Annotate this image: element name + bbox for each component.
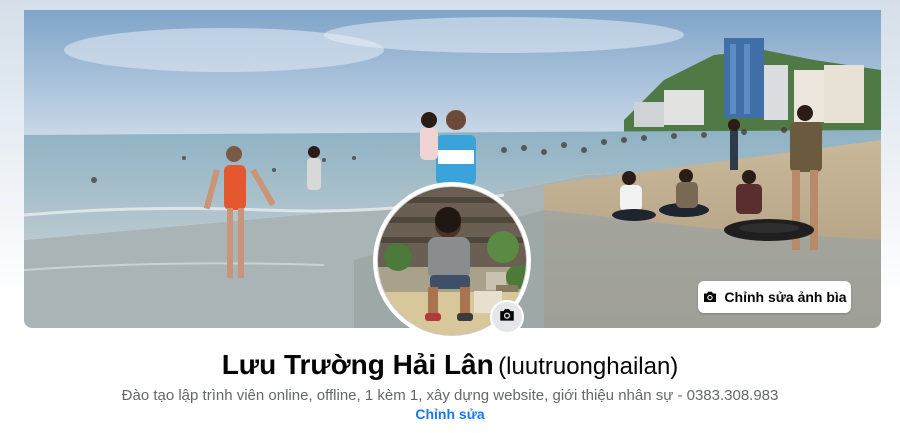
camera-icon: [498, 306, 516, 329]
edit-cover-photo-label: Chỉnh sửa ảnh bìa: [724, 289, 847, 305]
camera-icon: [702, 289, 718, 305]
profile-username: (luutruonghailan): [498, 353, 679, 380]
profile-name: Lưu Trường Hải Lân: [221, 349, 494, 380]
update-profile-picture-button[interactable]: [490, 300, 524, 334]
edit-bio-link[interactable]: Chỉnh sửa: [415, 406, 484, 422]
edit-bio-row: Chỉnh sửa: [0, 406, 900, 422]
edit-cover-photo-button[interactable]: Chỉnh sửa ảnh bìa: [698, 281, 851, 313]
profile-bio: Đào tạo lập trình viên online, offline, …: [121, 387, 779, 404]
profile-name-row: Lưu Trường Hải Lân (luutruonghailan): [0, 349, 900, 381]
